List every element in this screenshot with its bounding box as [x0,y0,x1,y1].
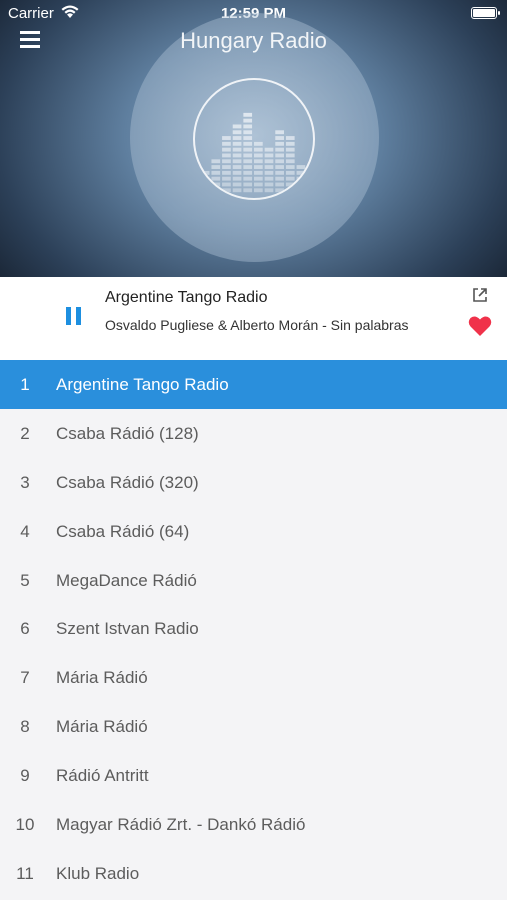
station-name: Magyar Rádió Zrt. - Dankó Rádió [56,815,306,835]
station-name: Mária Rádió [56,668,148,688]
station-number: 10 [15,815,35,835]
station-name: Csaba Rádió (320) [56,472,199,492]
station-row[interactable]: 7 Mária Rádió [0,653,507,702]
station-number: 9 [20,766,30,786]
station-number: 11 [16,863,34,883]
page-title: Hungary Radio [180,28,327,53]
now-playing-track: Osvaldo Pugliese & Alberto Morán - Sin p… [105,317,409,333]
station-name: Csaba Rádió (128) [56,423,199,443]
pause-icon[interactable] [66,307,84,325]
station-number: 1 [20,375,30,394]
share-icon[interactable] [472,287,488,303]
station-name: Argentine Tango Radio [56,375,229,394]
equalizer-logo [193,78,315,200]
station-row[interactable]: 6 Szent Istvan Radio [0,604,507,653]
station-name: Szent Istvan Radio [56,619,199,639]
battery-icon [471,7,500,19]
station-number: 7 [20,668,30,688]
station-name: Mária Rádió [56,717,148,737]
station-row[interactable]: 8 Mária Rádió [0,702,507,751]
station-name: Csaba Rádió (64) [56,521,190,541]
station-row[interactable]: 10 Magyar Rádió Zrt. - Dankó Rádió [0,800,507,849]
station-number: 4 [20,521,30,541]
station-name: MegaDance Rádió [56,570,197,590]
station-row[interactable]: 9 Rádió Antritt [0,751,507,800]
station-row[interactable]: 5 MegaDance Rádió [0,556,507,605]
station-name: Rádió Antritt [56,766,149,786]
station-list: 1 Argentine Tango Radio 2 Csaba Rádió (128)… [0,360,507,898]
station-number: 5 [20,570,30,590]
station-row[interactable]: 11 Klub Radio [0,849,507,898]
station-number: 2 [20,423,30,443]
equalizer-icon [200,112,306,193]
station-row[interactable]: 4 Csaba Rádió (64) [0,507,507,556]
heart-icon[interactable] [468,315,492,337]
station-name: Klub Radio [56,863,140,883]
station-row[interactable]: 2 Csaba Rádió (128) [0,409,507,458]
now-playing-station: Argentine Tango Radio [105,289,268,306]
station-number: 3 [20,472,30,492]
station-row[interactable]: 3 Csaba Rádió (320) [0,458,507,507]
station-row[interactable]: 1 Argentine Tango Radio [0,360,507,409]
station-number: 6 [20,619,30,639]
station-number: 8 [20,717,30,737]
header-artwork: Carrier 12:59 PM Hungary Radio [0,0,507,277]
